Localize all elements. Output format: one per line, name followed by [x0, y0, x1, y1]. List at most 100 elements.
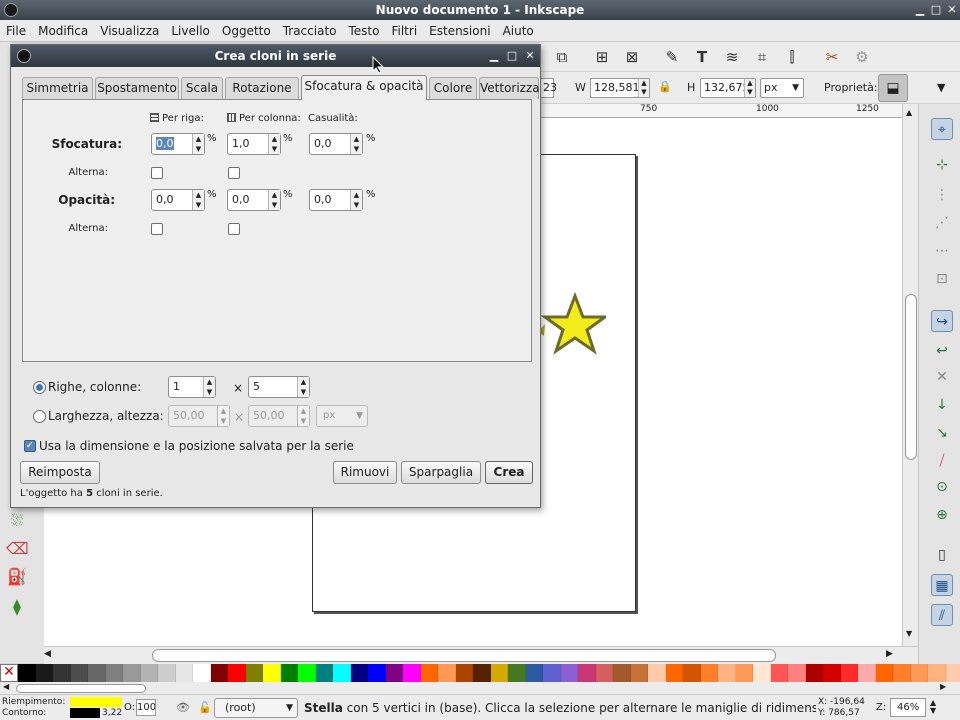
palette-scroll-thumb[interactable]	[16, 684, 146, 693]
tab-sfocatura-opacita[interactable]: Sfocatura & opacità	[301, 75, 427, 100]
lock-icon[interactable]: 🔒	[658, 80, 672, 93]
width-field[interactable]: 128,581 ▲ ▼	[590, 78, 650, 98]
opacity-alternate-row-checkbox[interactable]	[151, 223, 163, 235]
palette-swatch[interactable]	[123, 664, 141, 682]
spray-tool-icon[interactable]: ⛆	[6, 510, 28, 532]
layer-select[interactable]: (root) ▼	[214, 698, 298, 718]
snap-bbox-center-icon[interactable]: ⊡	[931, 268, 953, 290]
snap-paths-icon[interactable]: ↩	[931, 340, 953, 362]
blur-per-col-field[interactable]: 1,0 ▲ ▼	[227, 133, 281, 155]
close-icon[interactable]: ✕	[944, 2, 960, 18]
rows-field[interactable]: 1 ▲ ▼	[168, 376, 216, 398]
palette-swatch[interactable]	[263, 664, 281, 682]
blur-per-row-field[interactable]: 0,0 ▲ ▼	[151, 133, 205, 155]
tile-height-field[interactable]: 50,00 ▲ ▼	[248, 405, 310, 427]
palette-swatch[interactable]	[473, 664, 491, 682]
menu-visualizza[interactable]: Visualizza	[94, 20, 165, 42]
tab-colore[interactable]: Colore	[429, 77, 477, 99]
width-spin-arrows[interactable]: ▲ ▼	[638, 79, 649, 97]
xml-editor-icon[interactable]: ⌗	[752, 47, 772, 67]
palette-swatch[interactable]	[788, 664, 806, 682]
height-spin-arrows[interactable]: ▲ ▼	[744, 79, 755, 97]
palette-swatch[interactable]	[665, 664, 683, 682]
palette-swatch[interactable]	[770, 664, 788, 682]
snap-bbox-corner-icon[interactable]: ⋰	[931, 212, 953, 234]
cols-field[interactable]: 5 ▲ ▼	[248, 376, 310, 398]
tab-rotazione[interactable]: Rotazione	[225, 77, 299, 99]
palette-swatch[interactable]	[245, 664, 263, 682]
eraser-tool-icon[interactable]: ⌫	[6, 538, 29, 560]
unit-select[interactable]: px ▼	[760, 78, 804, 98]
tab-scala[interactable]: Scala	[181, 77, 223, 99]
snap-smooth-nodes-icon[interactable]: ↘	[931, 422, 953, 444]
snap-enable-icon[interactable]: ⌖	[931, 118, 953, 140]
tile-width-spin[interactable]: ▲ ▼	[217, 406, 229, 426]
dialog-minimize-icon[interactable]: ▁	[487, 48, 501, 64]
palette-swatch[interactable]	[298, 664, 316, 682]
scroll-up-icon[interactable]: ▲	[906, 108, 912, 117]
vertical-scroll-thumb[interactable]	[905, 294, 917, 460]
zoom-field[interactable]: 46%	[890, 698, 926, 717]
snap-cusp-nodes-icon[interactable]: ↓	[931, 394, 953, 416]
scroll-down-icon[interactable]: ▼	[906, 629, 912, 638]
palette-swatch[interactable]	[543, 664, 561, 682]
snap-bbox-edge-icon[interactable]: ⋮	[931, 184, 953, 206]
text-font-icon[interactable]: T	[692, 47, 712, 67]
tab-vettorizza[interactable]: Vettorizza	[479, 77, 540, 99]
palette-swatch[interactable]	[420, 664, 438, 682]
palette-swatch[interactable]	[140, 664, 158, 682]
group-icon[interactable]: ⊞	[592, 47, 612, 67]
palette-swatch[interactable]	[280, 664, 298, 682]
menu-modifica[interactable]: Modifica	[32, 20, 94, 42]
opacity-per-row-spin[interactable]: ▲ ▼	[192, 190, 204, 210]
snap-bbox-icon[interactable]: ⊹	[931, 154, 953, 176]
reset-button[interactable]: Reimposta	[20, 461, 100, 484]
palette-swatch[interactable]	[823, 664, 841, 682]
palette-swatch[interactable]	[228, 664, 246, 682]
minimize-icon[interactable]: ▁	[912, 2, 928, 18]
opacity-alternate-col-checkbox[interactable]	[228, 223, 240, 235]
dialog-titlebar[interactable]: Crea cloni in serie ▁ □ ✕	[11, 45, 540, 67]
palette-swatch[interactable]	[613, 664, 631, 682]
maximize-icon[interactable]: □	[928, 2, 944, 18]
rows-spin[interactable]: ▲ ▼	[203, 377, 215, 397]
tile-height-spin[interactable]: ▲ ▼	[297, 406, 309, 426]
snap-rotation-center-icon[interactable]: ⊕	[931, 504, 953, 526]
palette-swatch[interactable]	[455, 664, 473, 682]
menu-filtri[interactable]: Filtri	[385, 20, 423, 42]
tile-unit-select[interactable]: px ▼	[316, 405, 368, 427]
palette-swatch[interactable]	[753, 664, 771, 682]
rows-cols-radio[interactable]	[33, 381, 46, 394]
palette-swatch[interactable]	[35, 664, 53, 682]
palette-swatch[interactable]	[368, 664, 386, 682]
opacity-field[interactable]: 100	[136, 699, 156, 716]
tools-icon[interactable]: ✂	[822, 47, 842, 67]
palette-swatch[interactable]	[683, 664, 701, 682]
star-shape[interactable]	[540, 292, 606, 355]
menu-aiuto[interactable]: Aiuto	[497, 20, 540, 42]
tab-spostamento[interactable]: Spostamento	[95, 77, 179, 99]
palette-swatch[interactable]	[648, 664, 666, 682]
palette-swatch[interactable]	[910, 664, 928, 682]
palette-swatch[interactable]	[350, 664, 368, 682]
palette-swatch[interactable]	[700, 664, 718, 682]
palette-swatch[interactable]	[630, 664, 648, 682]
palette-swatch[interactable]	[210, 664, 228, 682]
palette-swatch[interactable]	[53, 664, 71, 682]
palette-swatch[interactable]	[385, 664, 403, 682]
palette-swatch[interactable]	[315, 664, 333, 682]
menu-oggetto[interactable]: Oggetto	[216, 20, 277, 42]
dialog-close-icon[interactable]: ✕	[523, 48, 537, 64]
palette-swatch[interactable]	[88, 664, 106, 682]
palette-swatch[interactable]	[595, 664, 613, 682]
layer-visibility-icon[interactable]: 👁	[176, 701, 190, 714]
palette-swatch[interactable]	[18, 664, 36, 682]
palette-swatch[interactable]	[928, 664, 946, 682]
blur-random-spin[interactable]: ▲ ▼	[350, 134, 362, 154]
palette-swatch[interactable]	[438, 664, 456, 682]
horizontal-scrollbar[interactable]: ◀ ▶	[44, 646, 918, 664]
opacity-per-col-spin[interactable]: ▲ ▼	[268, 190, 280, 210]
x-field[interactable]: 23	[540, 78, 557, 98]
snap-grid-icon[interactable]: ▦	[931, 574, 953, 596]
no-paint-swatch-icon[interactable]: ✕	[0, 664, 18, 682]
